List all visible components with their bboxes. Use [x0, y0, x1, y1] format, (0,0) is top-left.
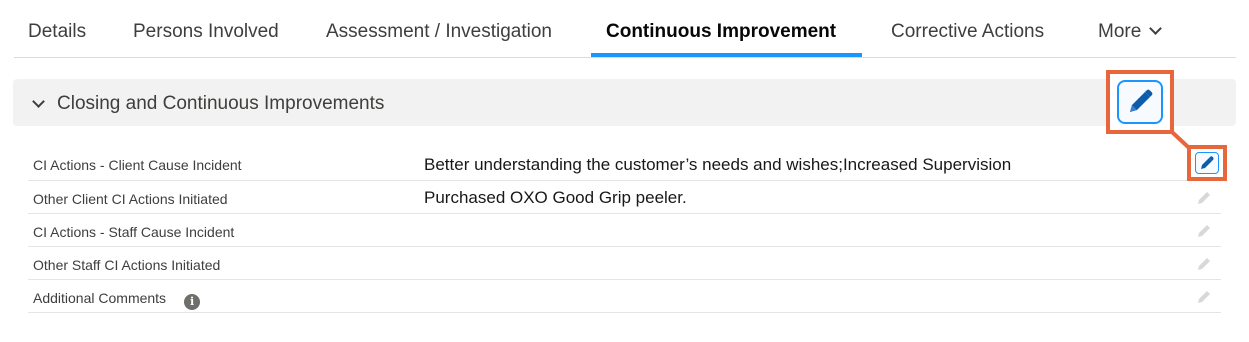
tab-continuous-improvement[interactable]: Continuous Improvement: [606, 21, 836, 43]
tab-more[interactable]: More: [1098, 21, 1163, 43]
field-row: CI Actions - Staff Cause Incident: [28, 214, 1221, 247]
section-header[interactable]: Closing and Continuous Improvements: [13, 79, 1236, 126]
tab-more-label: More: [1098, 21, 1142, 42]
pencil-icon[interactable]: [1195, 222, 1213, 240]
field-value: Purchased OXO Good Grip peeler.: [424, 188, 687, 207]
tab-corrective-actions[interactable]: Corrective Actions: [891, 21, 1044, 43]
field-label: Other Client CI Actions Initiated: [33, 191, 228, 207]
field-row: CI Actions - Client Cause Incident Bette…: [28, 148, 1221, 181]
field-value: Better understanding the customer’s need…: [424, 155, 1012, 174]
pencil-icon: [1201, 156, 1214, 169]
info-icon[interactable]: i: [184, 294, 201, 310]
pencil-icon[interactable]: [1195, 288, 1213, 306]
field-label: Other Staff CI Actions Initiated: [33, 257, 221, 273]
field-label-with-info: Additional Comments i: [33, 290, 201, 310]
pencil-icon[interactable]: [1195, 255, 1213, 273]
section-title: Closing and Continuous Improvements: [57, 93, 385, 114]
field-label: CI Actions - Staff Cause Incident: [33, 224, 235, 240]
chevron-down-icon: [1149, 22, 1163, 35]
field-row: Other Staff CI Actions Initiated: [28, 247, 1221, 280]
tab-assessment-investigation[interactable]: Assessment / Investigation: [326, 21, 552, 43]
pencil-icon[interactable]: [1195, 189, 1213, 207]
edit-button[interactable]: [1195, 152, 1219, 174]
edit-button-highlight: [1187, 145, 1227, 181]
field-row: Additional Comments i: [28, 280, 1221, 313]
pencil-icon: [1130, 89, 1153, 112]
field-row: Other Client CI Actions Initiated Purcha…: [28, 181, 1221, 214]
chevron-down-icon[interactable]: [32, 95, 45, 108]
tab-persons-involved[interactable]: Persons Involved: [133, 21, 279, 43]
edit-button-zoomed[interactable]: [1117, 80, 1163, 124]
field-label: CI Actions - Client Cause Incident: [33, 157, 242, 173]
tab-details[interactable]: Details: [28, 21, 86, 43]
active-tab-indicator: [591, 53, 862, 57]
tab-bar: Details Persons Involved Assessment / In…: [14, 0, 1236, 58]
zoom-callout: [1106, 70, 1174, 134]
field-list: CI Actions - Client Cause Incident Bette…: [28, 148, 1221, 313]
field-label: Additional Comments: [33, 290, 167, 306]
